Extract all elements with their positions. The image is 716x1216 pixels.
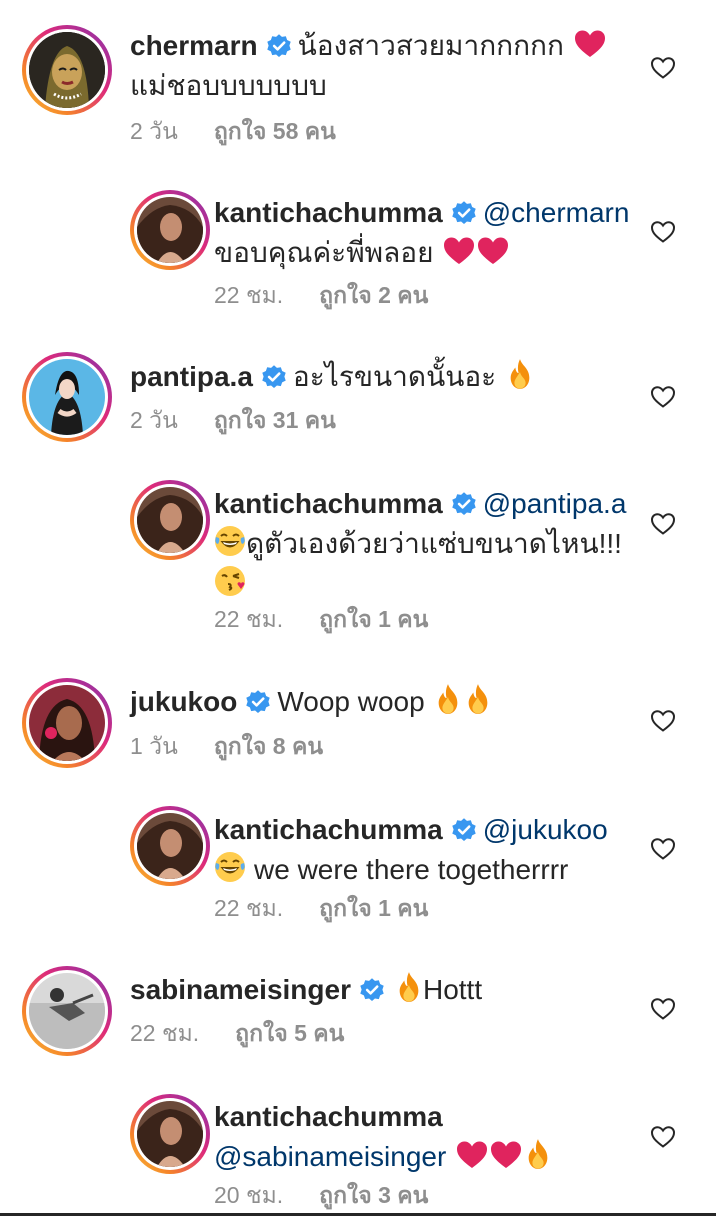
fire-emoji-icon: [524, 1138, 552, 1170]
heart-outline-icon[interactable]: [650, 385, 676, 409]
username[interactable]: kantichachumma: [214, 488, 443, 519]
likes-count[interactable]: ถูกใจ 1 คน: [319, 895, 428, 921]
comment-meta: 1 วัน ถูกใจ 8 คน: [130, 731, 323, 761]
comment-body: Woop woop: [277, 686, 425, 717]
heart-emoji-icon: [443, 236, 475, 266]
comment-meta: 22 ชม. ถูกใจ 1 คน: [214, 604, 428, 634]
comment-text: kantichachumma @jukukoo we were there tog…: [214, 810, 634, 890]
timestamp: 20 ชม.: [214, 1182, 284, 1208]
timestamp: 22 ชม.: [214, 606, 284, 632]
likes-count[interactable]: ถูกใจ 58 คน: [214, 118, 336, 144]
comment-text: pantipa.a อะไรขนาดนั้นอะ: [130, 357, 630, 397]
avatar[interactable]: [130, 806, 210, 886]
username[interactable]: pantipa.a: [130, 361, 253, 392]
laughing-emoji-icon: [214, 525, 246, 557]
laughing-emoji-icon: [214, 851, 246, 883]
heart-outline-icon[interactable]: [650, 56, 676, 80]
comment-text: sabinameisinger Hottt: [130, 970, 630, 1010]
comment-body: น้องสาวสวยมากกกกก: [297, 30, 564, 61]
heart-outline-icon[interactable]: [650, 220, 676, 244]
heart-outline-icon[interactable]: [650, 512, 676, 536]
likes-count[interactable]: ถูกใจ 3 คน: [319, 1182, 428, 1208]
cartoon-avatar-icon: [29, 32, 105, 108]
avatar[interactable]: [130, 190, 210, 270]
photo-avatar-icon: [137, 487, 203, 553]
fire-emoji-icon: [395, 971, 423, 1003]
mention-link[interactable]: @pantipa.a: [483, 488, 627, 519]
comment-meta: 22 ชม. ถูกใจ 5 คน: [130, 1018, 344, 1048]
avatar[interactable]: [22, 352, 112, 442]
comment-body: we were there togetherrrr: [254, 854, 569, 885]
comment-text: kantichachumma @chermarn ขอบคุณค่ะพี่พลอย: [214, 193, 634, 273]
comment-body: ขอบคุณค่ะพี่พลอย: [214, 237, 434, 268]
fire-emoji-icon: [506, 358, 534, 390]
mention-link[interactable]: @jukukoo: [483, 814, 608, 845]
username[interactable]: sabinameisinger: [130, 974, 351, 1005]
heart-outline-icon[interactable]: [650, 1125, 676, 1149]
comment-body: ดูตัวเองด้วยว่าแซ่บขนาดไหน!!!: [246, 528, 622, 559]
verified-badge-icon: [451, 200, 477, 226]
heart-outline-icon[interactable]: [650, 837, 676, 861]
username[interactable]: kantichachumma: [214, 814, 443, 845]
comment-meta: 22 ชม. ถูกใจ 1 คน: [214, 893, 428, 923]
illustrated-avatar-icon: [29, 359, 105, 435]
comment-body: Hottt: [422, 974, 483, 1005]
likes-count[interactable]: ถูกใจ 5 คน: [235, 1020, 344, 1046]
bw-photo-avatar-icon: [29, 973, 105, 1049]
avatar[interactable]: [130, 480, 210, 560]
timestamp: 2 วัน: [130, 118, 178, 144]
username[interactable]: chermarn: [130, 30, 258, 61]
heart-emoji-icon: [477, 236, 509, 266]
heart-emoji-icon: [574, 29, 606, 59]
avatar[interactable]: [22, 966, 112, 1056]
username[interactable]: kantichachumma: [214, 1101, 443, 1132]
comment-meta: 2 วัน ถูกใจ 58 คน: [130, 116, 336, 146]
photo-avatar-icon: [137, 813, 203, 879]
photo-avatar-icon: [29, 685, 105, 761]
timestamp: 22 ชม.: [214, 895, 284, 921]
likes-count[interactable]: ถูกใจ 1 คน: [319, 606, 428, 632]
heart-emoji-icon: [456, 1140, 488, 1170]
kiss-emoji-icon: [214, 565, 246, 597]
avatar[interactable]: [22, 678, 112, 768]
comment-text: kantichachumma @pantipa.a ดูตัวเองด้วยว่า…: [214, 484, 634, 604]
verified-badge-icon: [359, 977, 385, 1003]
photo-avatar-icon: [137, 1101, 203, 1167]
heart-outline-icon[interactable]: [650, 709, 676, 733]
verified-badge-icon: [266, 33, 292, 59]
avatar[interactable]: [130, 1094, 210, 1174]
username[interactable]: kantichachumma: [214, 197, 443, 228]
likes-count[interactable]: ถูกใจ 8 คน: [214, 733, 323, 759]
verified-badge-icon: [451, 817, 477, 843]
verified-badge-icon: [261, 364, 287, 390]
timestamp: 1 วัน: [130, 733, 178, 759]
likes-count[interactable]: ถูกใจ 31 คน: [214, 407, 336, 433]
fire-emoji-icon: [464, 683, 492, 715]
comment-body: อะไรขนาดนั้นอะ: [292, 361, 497, 392]
comment-meta: 20 ชม. ถูกใจ 3 คน: [214, 1180, 428, 1210]
verified-badge-icon: [245, 689, 271, 715]
fire-emoji-icon: [434, 683, 462, 715]
comment-body-line2: แม่ชอบบบบบบบ: [130, 70, 327, 101]
timestamp: 2 วัน: [130, 407, 178, 433]
comment-meta: 22 ชม. ถูกใจ 2 คน: [214, 280, 428, 310]
likes-count[interactable]: ถูกใจ 2 คน: [319, 282, 428, 308]
timestamp: 22 ชม.: [130, 1020, 200, 1046]
timestamp: 22 ชม.: [214, 282, 284, 308]
avatar[interactable]: [22, 25, 112, 115]
username[interactable]: jukukoo: [130, 686, 237, 717]
comment-meta: 2 วัน ถูกใจ 31 คน: [130, 405, 336, 435]
verified-badge-icon: [451, 491, 477, 517]
heart-emoji-icon: [490, 1140, 522, 1170]
mention-link[interactable]: @chermarn: [483, 197, 630, 228]
photo-avatar-icon: [137, 197, 203, 263]
heart-outline-icon[interactable]: [650, 997, 676, 1021]
mention-link[interactable]: @sabinameisinger: [214, 1141, 446, 1172]
comment-text: jukukoo Woop woop: [130, 682, 630, 722]
comment-text: chermarn น้องสาวสวยมากกกกก แม่ชอบบบบบบบ: [130, 26, 630, 106]
comment-text: kantichachumma @sabinameisinger: [214, 1097, 634, 1177]
